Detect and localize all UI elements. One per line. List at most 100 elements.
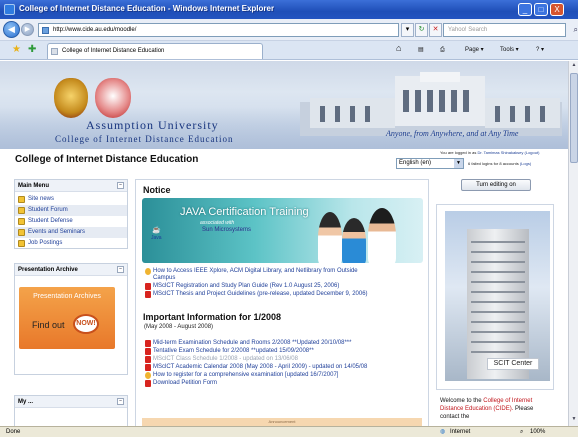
important-link[interactable]: MSclCT Class Schedule 1/2008 - updated o… [145,356,298,363]
status-bar: Done ◍ Internet ⌕ 100% [0,426,578,437]
print-icon[interactable]: ⎙ [440,45,445,56]
student-photo [368,208,396,263]
java-logo-icon: ☕ [152,227,161,234]
tab-toolbar: ★ ✚ College of Internet Distance Educati… [0,41,578,60]
important-link[interactable]: Tentative Exam Schedule for 2/2008 **upd… [145,348,314,355]
language-select[interactable]: English (en) ▼ [396,158,464,169]
notice-link[interactable]: MSclCT Thesis and Project Guidelines (pr… [145,291,368,298]
presentation-archives-banner[interactable]: Presentation Archives Find out NOW! [19,287,115,349]
promo-find-out: Find out [32,320,65,330]
menu-item-student-defense[interactable]: Student Defense [15,216,127,227]
folder-icon [18,218,25,225]
menu-item-student-forum[interactable]: Student Forum [15,205,127,216]
important-link[interactable]: Download Petition Form [145,380,217,387]
page-menu[interactable]: Page ▾ [465,45,484,56]
tab-current[interactable]: College of Internet Distance Education [47,43,263,59]
globe-icon: ◍ [440,429,446,435]
search-icon[interactable]: ⌕ [574,24,578,36]
menu-item-job-postings[interactable]: Job Postings [15,238,127,249]
college-name: College of Internet Distance Education [55,134,234,144]
scroll-thumb[interactable] [570,73,578,163]
pdf-icon [145,380,151,387]
important-title: Important Information for 1/2008 [143,312,282,322]
forward-button[interactable]: ▶ [21,23,34,36]
java-training-banner[interactable]: ☕ Java JAVA Certification Training assoc… [142,198,423,263]
address-toolbar: ◀ ▶ http://www.cide.au.edu/moodle/ ▾ ↻ ✕… [0,19,578,41]
link-text: MSclCT Thesis and Project Guidelines (pr… [153,291,368,297]
collapse-icon[interactable]: – [117,398,124,405]
feeds-icon[interactable]: ▤ [418,45,424,56]
welcome-prefix: Welcome to the [440,398,482,404]
maximize-button[interactable]: □ [534,3,548,16]
collapse-icon[interactable]: – [117,266,124,273]
building-image [300,72,562,136]
login-user-link[interactable]: Dr. Tamimas Shinakaksey (Logout) [477,150,539,155]
menu-item-label: Job Postings [28,240,63,246]
link-text: Campus [153,275,176,281]
promo-title: Presentation Archives [33,293,101,300]
favorites-star-icon[interactable]: ★ [12,44,21,55]
back-button[interactable]: ◀ [3,21,20,38]
link-text: How to register for a comprehensive exam… [153,372,339,378]
collapse-icon[interactable]: – [117,182,124,189]
java-banner-associated: associated with [200,220,235,226]
failed-logins: 6 failed logins for 8 accounts (Logs) [468,161,531,166]
scroll-up-icon[interactable]: ▲ [570,62,578,71]
tower-image [467,229,529,379]
main-content: Notice ☕ Java JAVA Certification Trainin… [135,179,429,426]
home-icon[interactable]: ⌂ [396,43,401,54]
university-name: Assumption University [86,118,219,132]
login-info: You are logged in as Dr. Tamimas Shinaka… [440,150,539,155]
pdf-icon [145,356,151,363]
important-link[interactable]: How to register for a comprehensive exam… [145,372,338,379]
promo-now-badge: NOW! [73,314,99,334]
scroll-down-icon[interactable]: ▼ [570,416,578,425]
ie-icon [4,4,15,15]
link-text: MSclCT Registration and Study Plan Guide… [153,283,340,289]
photo-caption: SCIT Center [487,358,539,370]
vertical-scrollbar[interactable]: ▲ ▼ [568,61,578,426]
main-menu-header: Main Menu – [15,180,127,192]
main-menu-block: Main Menu – Site news Student Forum Stud… [14,179,128,249]
address-input[interactable]: http://www.cide.au.edu/moodle/ [38,23,399,37]
tab-favicon [51,48,58,55]
notice-link-cont[interactable]: Campus [145,275,175,282]
important-link[interactable]: MSclCT Academic Calendar 2008 (May 2008 … [145,364,367,371]
important-link[interactable]: Mid-term Examination Schedule and Rooms … [145,340,351,347]
pdf-icon [145,364,151,371]
site-banner: Assumption University College of Interne… [0,61,568,149]
page-header: College of Internet Distance Education Y… [0,149,568,171]
zoom-level[interactable]: 100% [530,427,545,437]
window-titlebar: College of Internet Distance Education -… [0,0,578,19]
search-input[interactable]: Yahoo! Search ⌕ [443,23,578,37]
help-menu[interactable]: ? ▾ [536,45,544,56]
pdf-icon [145,283,151,290]
pdf-icon [145,291,151,298]
announcement-banner: Announcement [142,418,422,426]
refresh-icon[interactable]: ↻ [415,23,428,37]
login-text: You are logged in as [440,150,477,155]
notice-link[interactable]: How to Access IEEE Xplore, ACM Digital L… [145,268,358,275]
presentation-archive-title: Presentation Archive [18,267,78,273]
close-button[interactable]: X [550,3,564,16]
photo-panel: SCIT Center [436,204,554,390]
stop-icon[interactable]: ✕ [429,23,442,37]
link-text: MSclCT Class Schedule 1/2008 - updated o… [153,356,298,362]
menu-item-label: Student Forum [28,207,68,213]
java-banner-title: JAVA Certification Training [180,206,309,218]
pdf-icon [145,348,151,355]
link-text: Download Petition Form [153,380,218,386]
turn-editing-on-button[interactable]: Turn editing on [461,179,531,191]
add-favorites-icon[interactable]: ✚ [28,44,36,55]
minimize-button[interactable]: _ [518,3,532,16]
menu-item-events-seminars[interactable]: Events and Seminars [15,227,127,238]
go-dropdown-button[interactable]: ▾ [401,23,414,37]
tools-menu[interactable]: Tools ▾ [500,45,519,56]
student-photo [318,212,342,263]
notice-link[interactable]: MSclCT Registration and Study Plan Guide… [145,283,339,290]
link-text: Mid-term Examination Schedule and Rooms … [153,340,352,346]
banner-slogan: Anyone, from Anywhere, and at Any Time [386,129,519,138]
college-seal-icon [95,78,131,118]
menu-item-site-news[interactable]: Site news [15,194,127,205]
failed-logins-link[interactable]: (Logs) [520,161,531,166]
